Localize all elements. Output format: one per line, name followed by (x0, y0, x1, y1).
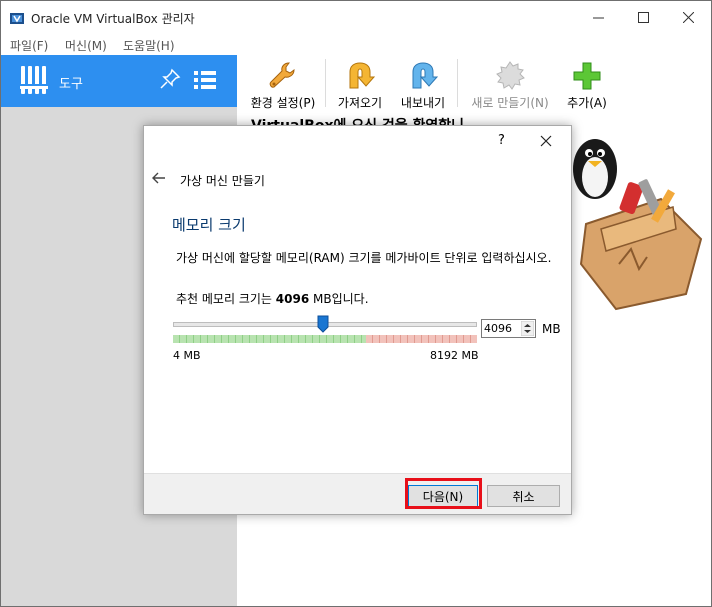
memory-description: 가상 머신에 할당할 메모리(RAM) 크기를 메가바이트 단위로 입력하십시오… (176, 251, 552, 265)
main-toolbar: 환경 설정(P) 가져오기 내보내기 새로 만들기(N) 추가(A) (237, 55, 711, 113)
memory-size-spinbox[interactable] (481, 319, 536, 338)
export-label: 내보내기 (400, 96, 446, 110)
memory-safe-zone (173, 335, 366, 343)
sidebar-item-tools[interactable]: 도구 (1, 55, 237, 107)
tux-toolbox-illustration (573, 139, 703, 311)
new-label: 새로 만들기(N) (471, 96, 549, 110)
recommend-value: 4096 (275, 292, 310, 306)
minimize-button[interactable] (575, 1, 621, 34)
page-title: 메모리 크기 (172, 216, 246, 234)
toolbar-separator (457, 59, 458, 107)
maximize-icon (637, 12, 649, 23)
add-icon (573, 62, 601, 90)
recommend-prefix: 추천 메모리 크기는 (176, 292, 276, 306)
tools-icon (20, 66, 48, 94)
export-button[interactable]: 내보내기 (392, 55, 454, 113)
recommend-suffix: MB입니다. (309, 292, 369, 306)
cancel-button[interactable]: 취소 (487, 485, 560, 507)
title-bar: Oracle VM VirtualBox 관리자 (1, 1, 711, 34)
import-button[interactable]: 가져오기 (330, 55, 390, 113)
help-button[interactable]: ? (498, 133, 505, 148)
spin-arrows-icon[interactable] (521, 321, 534, 336)
new-icon (496, 61, 525, 90)
import-label: 가져오기 (337, 96, 383, 110)
close-icon[interactable] (540, 135, 552, 147)
back-arrow-icon[interactable] (152, 172, 166, 184)
import-icon (349, 62, 376, 89)
virtualbox-manager-window: Oracle VM VirtualBox 관리자 파일(F) 머신(M) 도움말… (0, 0, 712, 607)
wizard-title: 가상 머신 만들기 (180, 174, 265, 188)
toolbar-separator (325, 59, 326, 107)
export-icon (412, 62, 439, 89)
virtualbox-icon (10, 13, 24, 24)
create-vm-dialog: ? 가상 머신 만들기 메모리 크기 가상 머신에 할당할 메모리(RAM) 크… (143, 125, 572, 515)
memory-unsafe-zone (366, 335, 477, 343)
close-window-button[interactable] (665, 1, 711, 34)
add-label: 추가(A) (567, 96, 607, 110)
wrench-icon (269, 62, 295, 88)
close-icon (682, 12, 694, 23)
memory-slider-handle[interactable] (317, 315, 329, 333)
pin-icon[interactable] (159, 68, 181, 90)
dialog-footer: 다음(N) 취소 (144, 473, 571, 514)
menu-machine[interactable]: 머신(M) (65, 37, 107, 54)
memory-max-label: 8192 MB (430, 349, 479, 362)
menu-help[interactable]: 도움말(H) (123, 37, 175, 54)
preferences-button[interactable]: 환경 설정(P) (243, 55, 323, 113)
memory-unit-label: MB (542, 322, 561, 336)
menu-list-icon[interactable] (193, 69, 217, 91)
next-button-highlight (405, 478, 482, 509)
memory-size-input[interactable] (484, 321, 520, 336)
new-button[interactable]: 새로 만들기(N) (465, 55, 555, 113)
minimize-icon (592, 17, 604, 19)
maximize-button[interactable] (620, 1, 666, 34)
menu-bar: 파일(F) 머신(M) 도움말(H) (1, 34, 711, 55)
add-button[interactable]: 추가(A) (559, 55, 615, 113)
recommended-memory-text: 추천 메모리 크기는 4096 MB입니다. (176, 290, 369, 307)
memory-min-label: 4 MB (173, 349, 201, 362)
preferences-label: 환경 설정(P) (250, 96, 316, 110)
window-title: Oracle VM VirtualBox 관리자 (31, 12, 195, 26)
tools-label: 도구 (59, 77, 83, 92)
menu-file[interactable]: 파일(F) (10, 37, 48, 54)
